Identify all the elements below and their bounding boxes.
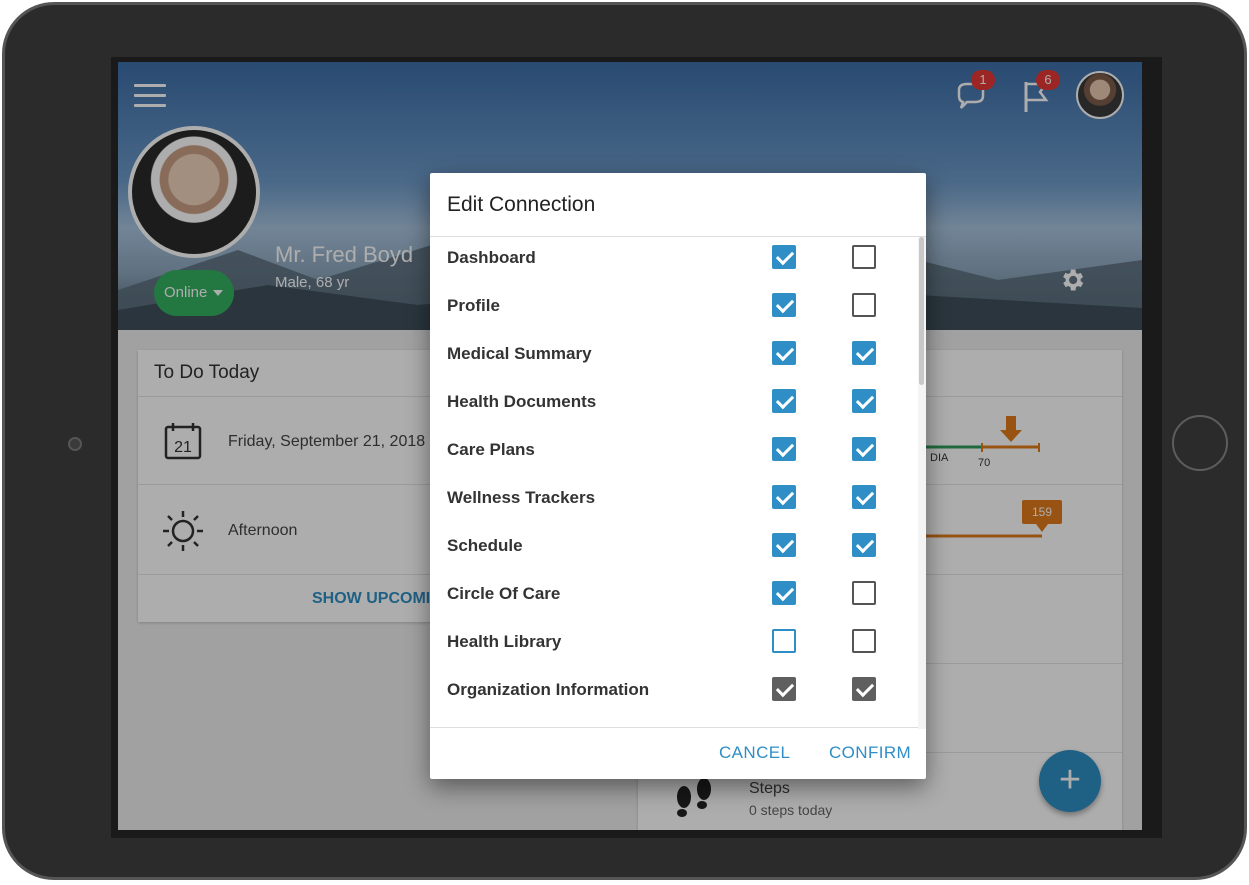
- scrollbar[interactable]: [918, 237, 926, 729]
- permission-row: Care Plans: [430, 429, 918, 477]
- view-checkbox[interactable]: [772, 629, 796, 653]
- view-checkbox[interactable]: [772, 245, 796, 269]
- home-button[interactable]: [1172, 415, 1228, 471]
- permission-label: Wellness Trackers: [447, 488, 596, 507]
- permission-row: Schedule: [430, 525, 918, 573]
- edit-checkbox[interactable]: [852, 629, 876, 653]
- permission-label: Dashboard: [447, 248, 536, 267]
- permission-label: Medical Summary: [447, 344, 592, 363]
- permission-label: Schedule: [447, 536, 523, 555]
- permission-row: Health Library: [430, 621, 918, 669]
- scrollbar-thumb[interactable]: [919, 237, 924, 385]
- edit-checkbox[interactable]: [852, 581, 876, 605]
- permission-label: Health Documents: [447, 392, 597, 411]
- cancel-button[interactable]: CANCEL: [719, 743, 790, 763]
- view-checkbox[interactable]: [772, 341, 796, 365]
- view-checkbox[interactable]: [772, 485, 796, 509]
- permission-row: Medical Summary: [430, 333, 918, 381]
- edit-checkbox: [852, 677, 876, 701]
- view-checkbox[interactable]: [772, 581, 796, 605]
- permission-row: Health Documents: [430, 381, 918, 429]
- permission-row: Circle Of Care: [430, 573, 918, 621]
- camera-icon: [68, 437, 82, 451]
- view-checkbox[interactable]: [772, 293, 796, 317]
- permission-row: Dashboard: [430, 237, 918, 285]
- permission-row: Profile: [430, 285, 918, 333]
- permissions-list: Dashboard Profile Medical Summary Health…: [430, 236, 926, 729]
- permission-label: Care Plans: [447, 440, 535, 459]
- dialog-title: Edit Connection: [447, 193, 596, 216]
- dialog-actions: CANCEL CONFIRM: [430, 729, 926, 779]
- permission-label: Profile: [447, 296, 500, 315]
- view-checkbox[interactable]: [772, 389, 796, 413]
- view-checkbox[interactable]: [772, 533, 796, 557]
- permission-label: Organization Information: [447, 680, 650, 699]
- edit-checkbox[interactable]: [852, 389, 876, 413]
- edit-connection-dialog: Edit Connection Dashboard Profile Medica…: [430, 173, 926, 779]
- edit-checkbox[interactable]: [852, 485, 876, 509]
- permission-row: Organization Information: [430, 669, 918, 717]
- edit-checkbox[interactable]: [852, 293, 876, 317]
- view-checkbox: [772, 677, 796, 701]
- edit-checkbox[interactable]: [852, 533, 876, 557]
- permission-row: Wellness Trackers: [430, 477, 918, 525]
- app: 1 6 Mr. Fred Boyd Male, 68 yr Online To …: [118, 62, 1142, 830]
- edit-checkbox[interactable]: [852, 437, 876, 461]
- tablet-frame: 1 6 Mr. Fred Boyd Male, 68 yr Online To …: [2, 2, 1247, 880]
- confirm-button[interactable]: CONFIRM: [829, 743, 911, 763]
- edit-checkbox[interactable]: [852, 341, 876, 365]
- edit-checkbox[interactable]: [852, 245, 876, 269]
- screen: 1 6 Mr. Fred Boyd Male, 68 yr Online To …: [111, 57, 1162, 838]
- permission-label: Health Library: [447, 632, 562, 651]
- view-checkbox[interactable]: [772, 437, 796, 461]
- permission-label: Circle Of Care: [447, 584, 561, 603]
